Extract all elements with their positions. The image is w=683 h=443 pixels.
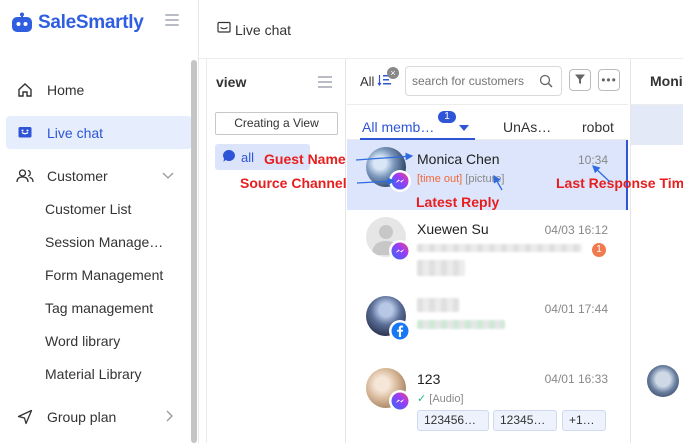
conversation-toolbar: All × ••• [347, 59, 628, 105]
chevron-down-icon [162, 168, 174, 183]
more-options-button[interactable]: ••• [598, 69, 620, 91]
sidebar-item-label: Live chat [47, 124, 104, 141]
chat-icon [16, 124, 34, 142]
message-text: [Audio] [429, 393, 464, 405]
filter-all-label[interactable]: All [360, 74, 374, 89]
tag-chip-more[interactable]: +1… [562, 410, 606, 431]
sidebar-subitem-form-management[interactable]: Form Management [45, 267, 163, 283]
tag-chip[interactable]: 123456… [417, 410, 489, 431]
brand-name: SaleSmartly [38, 12, 144, 33]
redacted-message [417, 320, 505, 329]
create-view-button[interactable]: Creating a View [215, 112, 338, 135]
last-response-time: 04/01 17:44 [544, 302, 608, 316]
sidebar: SaleSmartly Home Live chat Customer Cust… [0, 0, 199, 443]
messenger-icon [389, 390, 411, 412]
sidebar-subitem-material-library[interactable]: Material Library [45, 366, 141, 382]
chat-contact-name: Moni [650, 73, 683, 89]
messenger-icon [389, 240, 411, 262]
list-icon[interactable] [318, 76, 332, 88]
conversation-item[interactable]: Xuewen Su 04/03 16:12 1 [347, 210, 628, 278]
avatar [647, 365, 679, 397]
guest-name: Xuewen Su [417, 221, 489, 237]
facebook-icon [389, 320, 411, 342]
conversation-item[interactable]: 123 04/01 16:33 ✓ [Audio] 123456… 12345…… [347, 360, 628, 443]
conversation-item[interactable]: 04/01 17:44 [347, 280, 628, 348]
home-icon [16, 81, 34, 99]
search-input[interactable] [412, 73, 537, 89]
unread-badge: 1 [592, 243, 606, 257]
annotation-last-response-time: Last Response Time [556, 175, 683, 191]
sidebar-scrollbar[interactable] [191, 60, 197, 443]
last-response-time: 04/03 16:12 [544, 223, 608, 237]
more-icon: ••• [601, 73, 617, 87]
redacted-tag [417, 260, 465, 276]
tab-unassigned[interactable]: UnAs… [503, 119, 551, 135]
sidebar-subitem-word-library[interactable]: Word library [45, 333, 120, 349]
chat-bubble-icon [222, 149, 236, 166]
chat-detail-header: Moni [631, 59, 683, 105]
sidebar-item-label: Home [47, 81, 85, 98]
tag-chip[interactable]: 12345… [493, 410, 557, 431]
conversation-panel: All × ••• All memb… 1 UnAs… robot [347, 59, 628, 443]
sidebar-subitem-customer-list[interactable]: Customer List [45, 201, 131, 217]
message-tag: [time out] [417, 173, 463, 185]
close-icon[interactable]: × [387, 67, 399, 79]
brand[interactable]: SaleSmartly [10, 10, 144, 36]
top-header: Live chat [199, 0, 683, 59]
search-box [405, 66, 562, 96]
send-icon [16, 408, 34, 426]
search-icon[interactable] [539, 74, 553, 91]
sidebar-item-live-chat[interactable]: Live chat [6, 116, 192, 149]
sidebar-item-home[interactable]: Home [6, 73, 192, 106]
caret-down-icon[interactable] [459, 125, 469, 131]
redacted-name [417, 298, 459, 312]
view-panel: view Creating a View all [206, 59, 346, 443]
chat-detail-panel: Moni [630, 59, 683, 443]
sidebar-subitem-session-management[interactable]: Session Manage… [45, 234, 163, 250]
redacted-message [417, 244, 582, 252]
conversation-tabs: All memb… 1 UnAs… robot [347, 106, 628, 140]
sidebar-item-customer[interactable]: Customer [6, 159, 192, 192]
view-item-label: all [241, 149, 255, 165]
guest-name: Monica Chen [417, 151, 500, 167]
last-response-time: 04/01 16:33 [544, 372, 608, 386]
view-panel-title: view [216, 74, 247, 90]
last-response-time: 10:34 [577, 153, 608, 167]
sidebar-item-label: Customer [47, 167, 108, 184]
latest-reply: [time out] [picture] [417, 173, 504, 185]
message-text: [picture] [465, 173, 505, 185]
filter-button[interactable] [569, 69, 591, 91]
guest-name: 123 [417, 371, 441, 387]
menu-toggle-icon[interactable] [165, 14, 179, 26]
tab-all-members[interactable]: All memb… [362, 119, 434, 135]
tab-badge: 1 [438, 111, 456, 123]
page-title: Live chat [217, 21, 291, 38]
annotation-guest-name: Guest Name [264, 151, 346, 167]
annotation-latest-reply: Latest Reply [416, 194, 500, 210]
sidebar-item-label: Group plan [47, 408, 117, 425]
filter-icon [574, 72, 586, 88]
sidebar-item-group-plan[interactable]: Group plan [6, 400, 192, 433]
sidebar-subitem-tag-management[interactable]: Tag management [45, 300, 153, 316]
chat-info-band [631, 105, 683, 145]
messenger-icon [389, 170, 411, 192]
latest-reply: ✓ [Audio] [417, 392, 464, 405]
robot-logo-icon [10, 12, 34, 34]
chevron-right-icon [166, 410, 174, 425]
chat-outline-icon [217, 21, 231, 38]
check-icon: ✓ [417, 393, 427, 405]
page-title-text: Live chat [235, 21, 292, 38]
tab-robot[interactable]: robot [582, 119, 614, 135]
users-icon [16, 167, 34, 185]
annotation-source-channel: Source Channel [240, 175, 347, 191]
